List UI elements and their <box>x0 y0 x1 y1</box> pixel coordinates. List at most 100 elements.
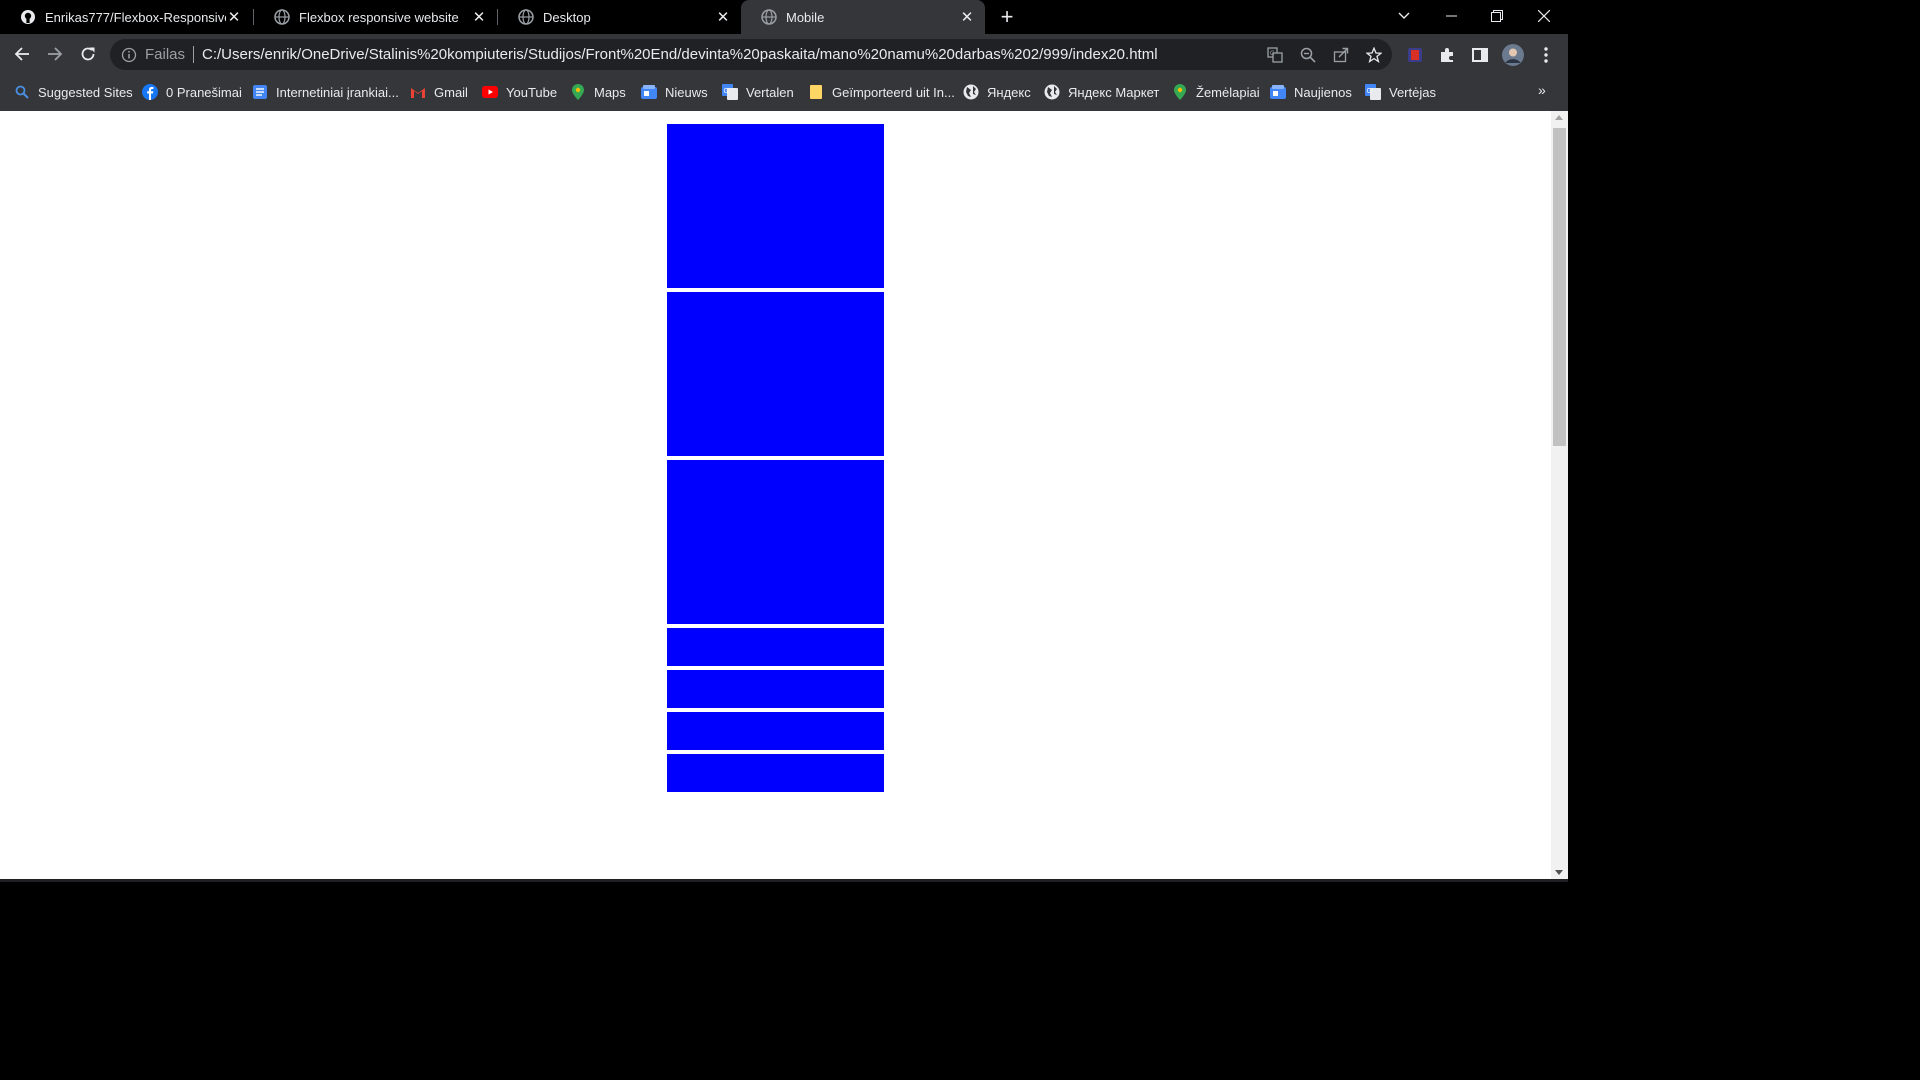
new-tab-button[interactable]: + <box>996 4 1018 29</box>
back-button[interactable] <box>8 40 36 68</box>
tab-mobile[interactable]: Mobile ✕ <box>741 0 985 34</box>
youtube-icon <box>482 84 498 100</box>
bookmark-label: Vertėjas <box>1389 84 1436 100</box>
tab-github-repo[interactable]: Enrikas777/Flexbox-Responsive-W ✕ <box>0 0 252 34</box>
reload-button[interactable] <box>74 40 102 68</box>
svg-text:G: G <box>1367 88 1372 95</box>
github-icon <box>21 10 35 24</box>
scroll-up-arrow-icon[interactable] <box>1555 115 1563 120</box>
minimize-icon <box>1445 15 1457 17</box>
news-icon <box>1270 84 1286 100</box>
bookmarks-overflow-button[interactable]: » <box>1538 82 1546 98</box>
restore-button[interactable] <box>1474 0 1520 32</box>
flex-item <box>667 670 884 708</box>
translate-icon: G <box>1365 84 1381 100</box>
flex-container <box>667 124 884 796</box>
bookmark-nieuws[interactable]: Nieuws <box>641 83 708 101</box>
tab-close-icon[interactable]: ✕ <box>959 9 975 26</box>
news-icon <box>641 84 657 100</box>
forward-button[interactable] <box>41 40 69 68</box>
tab-flexbox-website[interactable]: Flexbox responsive website ✕ <box>254 0 497 34</box>
bookmark-yandex[interactable]: Яндекс <box>963 83 1031 101</box>
bookmark-label: 0 Pranešimai <box>166 84 242 100</box>
maps-icon <box>1172 84 1188 100</box>
bookmark-tools[interactable]: Internetiniai įrankiai... <box>252 83 399 101</box>
bookmark-label: Naujienos <box>1294 84 1352 100</box>
bookmark-gmail[interactable]: Gmail <box>410 83 468 101</box>
gmail-icon <box>410 84 426 100</box>
chevron-down-icon <box>1398 12 1410 19</box>
folder-icon <box>808 84 824 100</box>
extension-red-icon[interactable] <box>1406 46 1424 64</box>
translate-icon[interactable]: G <box>1267 47 1283 63</box>
facebook-icon <box>142 84 158 100</box>
puzzle-icon[interactable] <box>1438 46 1456 64</box>
tab-close-icon[interactable]: ✕ <box>226 9 242 26</box>
scheme-label: Failas <box>145 46 186 63</box>
bookmark-label: Gmail <box>434 84 468 100</box>
search-icon <box>14 84 30 100</box>
tab-search-button[interactable] <box>1381 0 1427 32</box>
browser-toolbar: Failas C:/Users/enrik/OneDrive/Stalinis%… <box>0 34 1568 74</box>
tab-title: Desktop <box>543 9 591 25</box>
zoom-out-icon[interactable] <box>1300 47 1316 63</box>
flex-item <box>667 712 884 750</box>
tab-title: Flexbox responsive website <box>299 9 459 25</box>
globe-icon <box>274 9 290 25</box>
bookmark-zemelapiai[interactable]: Žemėlapiai <box>1172 83 1260 101</box>
info-icon[interactable] <box>121 47 137 63</box>
bookmark-label: Яндекс Маркет <box>1068 84 1160 100</box>
close-icon <box>1538 10 1550 22</box>
bookmark-label: Nieuws <box>665 84 708 100</box>
arrow-left-icon <box>14 47 29 61</box>
flex-item <box>667 628 884 666</box>
bookmark-folder-imported[interactable]: Geïmporteerd uit In... <box>808 83 955 101</box>
bookmark-maps[interactable]: Maps <box>570 83 626 101</box>
tab-close-icon[interactable]: ✕ <box>715 9 731 26</box>
share-icon[interactable] <box>1333 47 1349 63</box>
globe-icon <box>1044 84 1060 100</box>
window-bottom-edge <box>0 879 1568 882</box>
flex-item <box>667 292 884 456</box>
minimize-button[interactable] <box>1428 0 1474 32</box>
omnibox-divider <box>193 46 195 63</box>
maps-icon <box>570 84 586 100</box>
svg-text:G: G <box>724 88 729 95</box>
tab-strip: Enrikas777/Flexbox-Responsive-W ✕ Flexbo… <box>0 0 1568 34</box>
vertical-scrollbar[interactable] <box>1551 111 1568 882</box>
url-text[interactable]: C:/Users/enrik/OneDrive/Stalinis%20kompi… <box>202 46 1158 63</box>
bookmark-label: Geïmporteerd uit In... <box>832 84 955 100</box>
bookmark-suggested-sites[interactable]: Suggested Sites <box>14 83 133 101</box>
avatar[interactable] <box>1502 44 1524 66</box>
bookmark-label: Žemėlapiai <box>1196 84 1260 100</box>
star-icon[interactable] <box>1366 47 1382 63</box>
bookmark-label: Suggested Sites <box>38 84 133 100</box>
bookmark-label: Maps <box>594 84 626 100</box>
side-panel-icon[interactable] <box>1471 46 1489 64</box>
bookmark-youtube[interactable]: YouTube <box>482 83 557 101</box>
close-window-button[interactable] <box>1521 0 1567 32</box>
globe-icon <box>761 9 777 25</box>
address-bar[interactable]: Failas C:/Users/enrik/OneDrive/Stalinis%… <box>110 39 1392 70</box>
bookmark-yandex-market[interactable]: Яндекс Маркет <box>1044 83 1159 101</box>
bookmarks-bar: Suggested Sites 0 Pranešimai Internetini… <box>0 74 1568 111</box>
tab-title: Enrikas777/Flexbox-Responsive-W <box>45 9 226 25</box>
docs-icon <box>252 84 268 100</box>
bookmark-label: Яндекс <box>987 84 1031 100</box>
tab-desktop[interactable]: Desktop ✕ <box>498 0 741 34</box>
page-viewport <box>0 111 1568 882</box>
menu-dots-icon[interactable] <box>1537 46 1555 64</box>
flex-item <box>667 124 884 288</box>
bookmark-vertejas[interactable]: G Vertėjas <box>1365 83 1436 101</box>
scroll-thumb[interactable] <box>1553 128 1566 446</box>
bookmark-naujienos[interactable]: Naujienos <box>1270 83 1352 101</box>
tab-close-icon[interactable]: ✕ <box>471 9 487 26</box>
scroll-down-arrow-icon[interactable] <box>1555 870 1563 875</box>
bookmark-facebook[interactable]: 0 Pranešimai <box>142 83 242 101</box>
flex-item <box>667 460 884 624</box>
bookmark-label: Internetiniai įrankiai... <box>276 84 399 100</box>
bookmark-vertalen[interactable]: G Vertalen <box>722 83 794 101</box>
tab-title: Mobile <box>786 9 825 25</box>
svg-text:G: G <box>1270 51 1275 57</box>
flex-item <box>667 754 884 792</box>
